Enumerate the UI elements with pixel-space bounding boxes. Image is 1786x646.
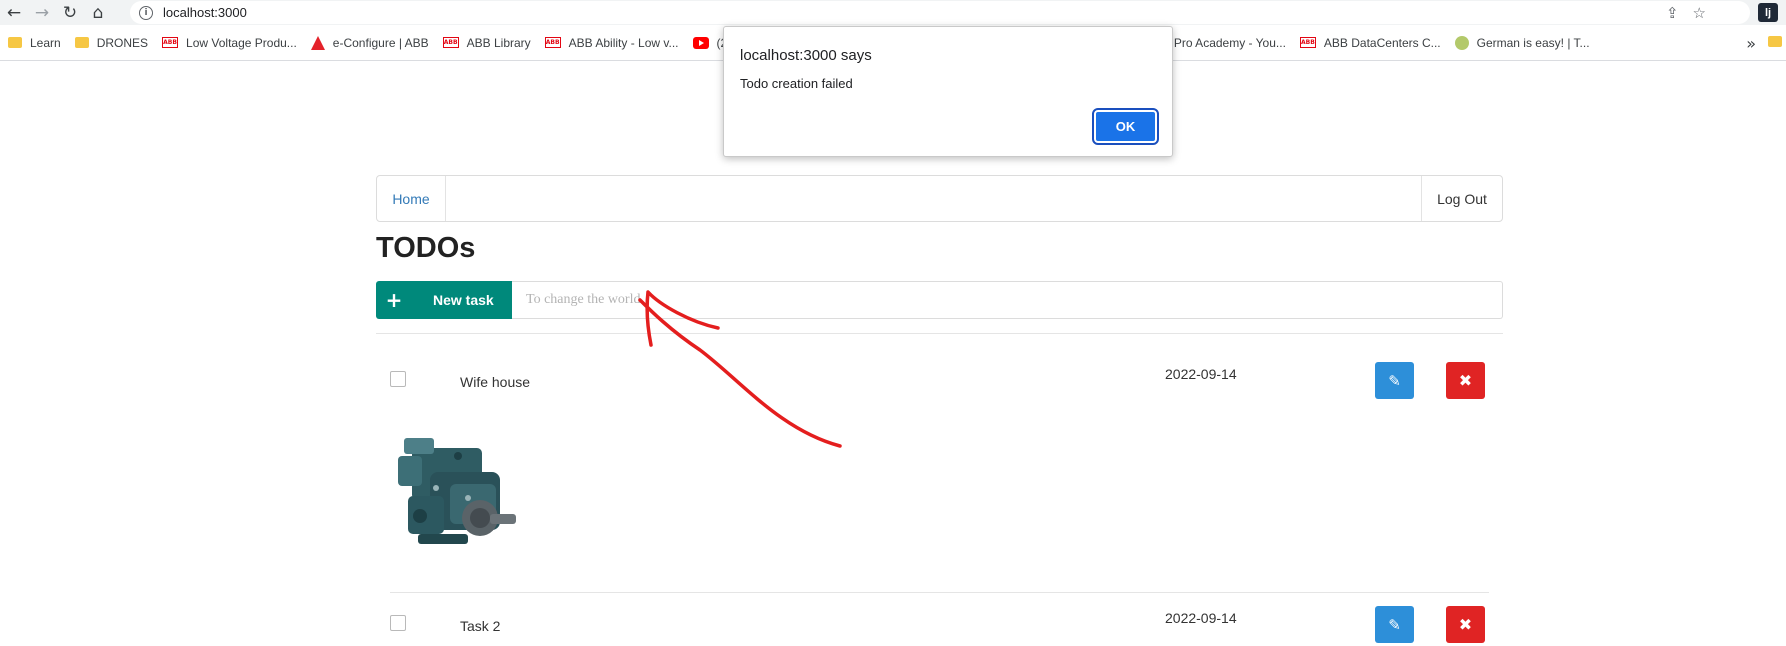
bookmark-german-is-easy[interactable]: German is easy! | T...: [1451, 25, 1600, 61]
bookmark-abb-datacenters[interactable]: ABB ABB DataCenters C...: [1296, 25, 1451, 61]
bookmark-e-configure[interactable]: e-Configure | ABB: [307, 25, 439, 61]
nav-logout-link[interactable]: Log Out: [1421, 176, 1502, 221]
todo-date: 2022-09-14: [1165, 610, 1237, 626]
dialog-message: Todo creation failed: [740, 76, 853, 91]
bookmark-label: ABB DataCenters C...: [1323, 35, 1441, 50]
app-navbar: Home Log Out: [376, 175, 1503, 222]
bookmark-learn[interactable]: Learn: [4, 25, 71, 61]
todo-name: Task 2: [460, 618, 501, 634]
more-bookmarks-icon[interactable]: »: [1746, 25, 1756, 61]
youtube-icon: [692, 36, 709, 49]
bookmark-label: ABB Library: [466, 35, 531, 50]
address-bar[interactable]: i localhost:3000 ⇪ ☆: [130, 1, 1750, 24]
bookmark-low-voltage[interactable]: ABB Low Voltage Produ...: [158, 25, 307, 61]
plus-icon: +: [385, 288, 403, 312]
close-icon: ✖: [1458, 615, 1473, 634]
bookmark-label: Low Voltage Produ...: [186, 35, 297, 50]
extension-icon[interactable]: lj: [1758, 3, 1778, 22]
bookmark-drones[interactable]: DRONES: [71, 25, 158, 61]
todo-image-hydraulic-pump: [398, 438, 516, 544]
abb-logo-icon: ABB: [162, 37, 179, 48]
bookmark-label: DRONES: [96, 35, 149, 50]
pencil-icon: ✎: [1388, 615, 1401, 634]
todo-item: Task 2 2022-09-14 ✎ ✖: [376, 600, 1503, 646]
todo-item: Wife house 2022-09-14 ✎ ✖: [376, 356, 1503, 593]
url-text[interactable]: localhost:3000: [163, 5, 247, 20]
page-title: TODOs: [376, 232, 476, 264]
new-task-input[interactable]: [512, 281, 1503, 319]
list-divider: [376, 333, 1503, 334]
edit-button[interactable]: ✎: [1375, 362, 1414, 399]
new-task-button[interactable]: + New task: [376, 281, 512, 319]
browser-toolbar: ← → ↻ ⌂ i localhost:3000 ⇪ ☆ lj: [0, 0, 1786, 25]
bookmark-label: iPro Academy - You...: [1171, 35, 1286, 50]
folder-icon: [8, 37, 22, 48]
bookmark-abb-ability[interactable]: ABB ABB Ability - Low v...: [541, 25, 689, 61]
delete-button[interactable]: ✖: [1446, 606, 1485, 643]
todo-name: Wife house: [460, 374, 531, 390]
todo-checkbox[interactable]: [390, 615, 406, 631]
smiley-icon: [1454, 35, 1469, 50]
omnibox-actions: ⇪ ☆: [1666, 1, 1706, 24]
site-info-icon[interactable]: i: [139, 5, 153, 20]
edit-button[interactable]: ✎: [1375, 606, 1414, 643]
bookmark-label: Learn: [30, 35, 61, 50]
abb-logo-icon: ABB: [544, 37, 561, 48]
todo-checkbox[interactable]: [390, 371, 406, 387]
new-task-label: New task: [433, 292, 494, 308]
dialog-ok-button[interactable]: OK: [1092, 108, 1159, 145]
share-icon[interactable]: ⇪: [1666, 4, 1679, 22]
close-icon: ✖: [1458, 371, 1473, 390]
abb-logo-icon: ABB: [442, 37, 459, 48]
bookmark-label: ABB Ability - Low v...: [568, 35, 679, 50]
row-divider: [390, 592, 1489, 593]
bookmark-label: German is easy! | T...: [1476, 35, 1590, 50]
dialog-title: localhost:3000 says: [740, 47, 872, 64]
pencil-icon: ✎: [1388, 371, 1401, 390]
other-bookmarks-folder-icon[interactable]: [1768, 36, 1782, 47]
folder-icon: [74, 37, 89, 48]
delete-button[interactable]: ✖: [1446, 362, 1485, 399]
bookmark-label: e-Configure | ABB: [332, 35, 429, 50]
bookmark-abb-library[interactable]: ABB ABB Library: [439, 25, 541, 61]
bookmark-ipro-academy[interactable]: iPro Academy - You...: [1167, 25, 1296, 61]
nav-home-link[interactable]: Home: [377, 176, 446, 221]
reload-icon[interactable]: ↻: [56, 0, 84, 25]
alert-dialog: localhost:3000 says Todo creation failed…: [723, 26, 1173, 157]
abb-logo-icon: ABB: [1299, 37, 1316, 48]
bookmark-star-icon[interactable]: ☆: [1693, 4, 1706, 22]
back-arrow-icon[interactable]: ←: [0, 0, 28, 25]
home-icon[interactable]: ⌂: [84, 0, 112, 25]
forward-arrow-icon[interactable]: →: [28, 0, 56, 25]
todo-date: 2022-09-14: [1165, 366, 1237, 382]
new-task-form: + New task: [376, 281, 1503, 319]
adobe-icon: [310, 35, 325, 50]
screenshot-root: ← → ↻ ⌂ i localhost:3000 ⇪ ☆ lj Learn DR…: [0, 0, 1786, 646]
